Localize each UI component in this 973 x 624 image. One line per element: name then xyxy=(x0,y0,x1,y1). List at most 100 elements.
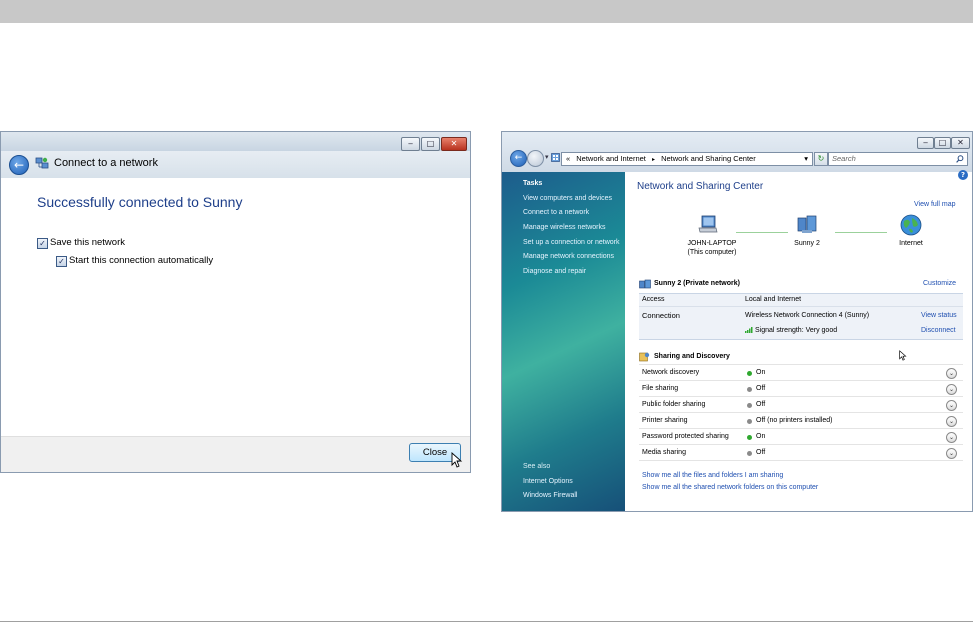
sharing-row-label: Network discovery xyxy=(642,369,700,376)
sharing-row-label: Public folder sharing xyxy=(642,401,706,408)
help-icon[interactable]: ? xyxy=(958,170,968,180)
expand-icon[interactable]: ⌄ xyxy=(946,368,957,379)
bottom-divider xyxy=(0,621,973,622)
status-off-icon xyxy=(747,419,752,424)
dialog-footer xyxy=(1,436,470,472)
expand-icon[interactable]: ⌄ xyxy=(946,384,957,395)
tasks-heading: Tasks xyxy=(523,180,543,187)
save-network-label: Save this network xyxy=(50,237,125,248)
access-label: Access xyxy=(642,296,665,303)
back-arrow-icon[interactable]: ← xyxy=(9,155,29,175)
view-full-map-link[interactable]: View full map xyxy=(914,201,956,208)
show-shared-files-link[interactable]: Show me all the files and folders I am s… xyxy=(642,472,783,479)
mouse-cursor-icon xyxy=(451,452,463,468)
row-divider xyxy=(639,380,963,381)
tasks-sidebar xyxy=(502,172,625,511)
save-network-checkbox[interactable]: ✓ xyxy=(37,238,48,249)
auto-connect-label: Start this connection automatically xyxy=(69,255,214,266)
breadcrumb-sharing-center[interactable]: Network and Sharing Center xyxy=(661,154,756,163)
sharing-row-value: Off xyxy=(756,401,766,408)
sharing-row-value: On xyxy=(756,433,766,440)
disconnect-link[interactable]: Disconnect xyxy=(921,327,956,334)
sharing-row-value: On xyxy=(756,369,766,376)
laptop-icon[interactable] xyxy=(698,215,718,235)
status-off-icon xyxy=(747,387,752,392)
sidebar-item-connect-network[interactable]: Connect to a network xyxy=(523,209,589,216)
control-panel-icon xyxy=(551,153,560,162)
connection-label: Connection xyxy=(642,311,680,320)
maximize-button[interactable]: □ xyxy=(934,137,951,149)
internet-label: Internet xyxy=(899,240,923,247)
sidebar-item-view-computers[interactable]: View computers and devices xyxy=(523,195,612,202)
dialog-titlebar xyxy=(1,132,470,151)
sidebar-item-manage-wireless[interactable]: Manage wireless networks xyxy=(523,224,605,231)
expand-icon[interactable]: ⌄ xyxy=(946,432,957,443)
customize-link[interactable]: Customize xyxy=(923,280,956,287)
network-icon xyxy=(35,157,49,169)
breadcrumb-network-internet[interactable]: Network and Internet xyxy=(576,154,646,163)
top-banner xyxy=(0,0,973,23)
sidebar-item-setup-connection[interactable]: Set up a connection or network xyxy=(523,239,620,246)
view-status-link[interactable]: View status xyxy=(921,312,957,319)
sharing-icon xyxy=(639,352,650,362)
connect-dialog: ‒ □ ✕ ← Connect to a network Successfull… xyxy=(0,131,471,473)
close-window-button[interactable]: ✕ xyxy=(951,137,970,149)
address-bar[interactable]: « Network and Internet ▸ Network and Sha… xyxy=(561,152,813,166)
status-on-icon xyxy=(747,435,752,440)
signal-strength-text: Signal strength: Very good xyxy=(755,327,838,334)
breadcrumb-overflow[interactable]: « xyxy=(566,154,570,163)
row-divider xyxy=(639,364,963,365)
dialog-body xyxy=(1,178,470,436)
back-arrow-icon[interactable]: ← xyxy=(510,150,527,167)
dialog-title: Connect to a network xyxy=(54,157,158,169)
expand-icon[interactable]: ⌄ xyxy=(946,416,957,427)
search-input[interactable]: Search xyxy=(828,152,968,166)
row-divider xyxy=(639,460,963,461)
connection-value: Wireless Network Connection 4 (Sunny) xyxy=(745,312,870,319)
sharing-row-label: Printer sharing xyxy=(642,417,688,424)
sidebar-item-internet-options[interactable]: Internet Options xyxy=(523,478,573,485)
expand-icon[interactable]: ⌄ xyxy=(946,448,957,459)
row-divider xyxy=(639,396,963,397)
network-sharing-center-window: ‒ □ ✕ ← ▾ « Network and Internet ▸ Netwo… xyxy=(501,131,973,512)
access-value: Local and Internet xyxy=(745,296,802,303)
success-heading: Successfully connected to Sunny xyxy=(37,194,243,210)
map-link-line xyxy=(736,232,788,233)
sharing-row-label: Password protected sharing xyxy=(642,433,729,440)
status-off-icon xyxy=(747,451,752,456)
sidebar-item-manage-connections[interactable]: Manage network connections xyxy=(523,253,614,260)
forward-arrow-icon[interactable] xyxy=(527,150,544,167)
status-off-icon xyxy=(747,403,752,408)
sidebar-item-diagnose-repair[interactable]: Diagnose and repair xyxy=(523,268,586,275)
row-divider xyxy=(639,444,963,445)
see-also-heading: See also xyxy=(523,463,551,470)
network-name-label: Sunny 2 xyxy=(794,240,820,247)
computer-sub-label: (This computer) xyxy=(687,249,737,256)
sharing-row-value: Off (no printers installed) xyxy=(756,417,833,424)
sharing-row-label: File sharing xyxy=(642,385,679,392)
history-dropdown-icon[interactable]: ▾ xyxy=(545,153,549,161)
show-shared-folders-link[interactable]: Show me all the shared network folders o… xyxy=(642,484,818,491)
sharing-row-value: Off xyxy=(756,385,766,392)
sharing-row-label: Media sharing xyxy=(642,449,686,456)
address-dropdown-icon[interactable]: ▾ xyxy=(804,153,808,165)
panel-divider xyxy=(639,306,963,307)
breadcrumb-separator[interactable]: ▸ xyxy=(652,157,655,163)
globe-icon[interactable] xyxy=(900,214,922,236)
expand-icon[interactable]: ⌄ xyxy=(946,400,957,411)
close-window-button[interactable]: ✕ xyxy=(441,137,467,151)
status-on-icon xyxy=(747,371,752,376)
network-icon[interactable] xyxy=(796,215,818,235)
network-name: Sunny 2 (Private network) xyxy=(654,280,740,287)
sharing-heading: Sharing and Discovery xyxy=(654,353,730,360)
search-placeholder: Search xyxy=(832,154,856,163)
computer-name-label: JOHN-LAPTOP xyxy=(687,240,737,247)
auto-connect-checkbox[interactable]: ✓ xyxy=(56,256,67,267)
sidebar-item-windows-firewall[interactable]: Windows Firewall xyxy=(523,492,577,499)
minimize-button[interactable]: ‒ xyxy=(917,137,934,149)
search-icon[interactable] xyxy=(956,155,964,163)
refresh-icon[interactable]: ↻ xyxy=(814,152,828,166)
maximize-button[interactable]: □ xyxy=(421,137,440,151)
minimize-button[interactable]: ‒ xyxy=(401,137,420,151)
signal-strength-icon xyxy=(745,327,753,333)
